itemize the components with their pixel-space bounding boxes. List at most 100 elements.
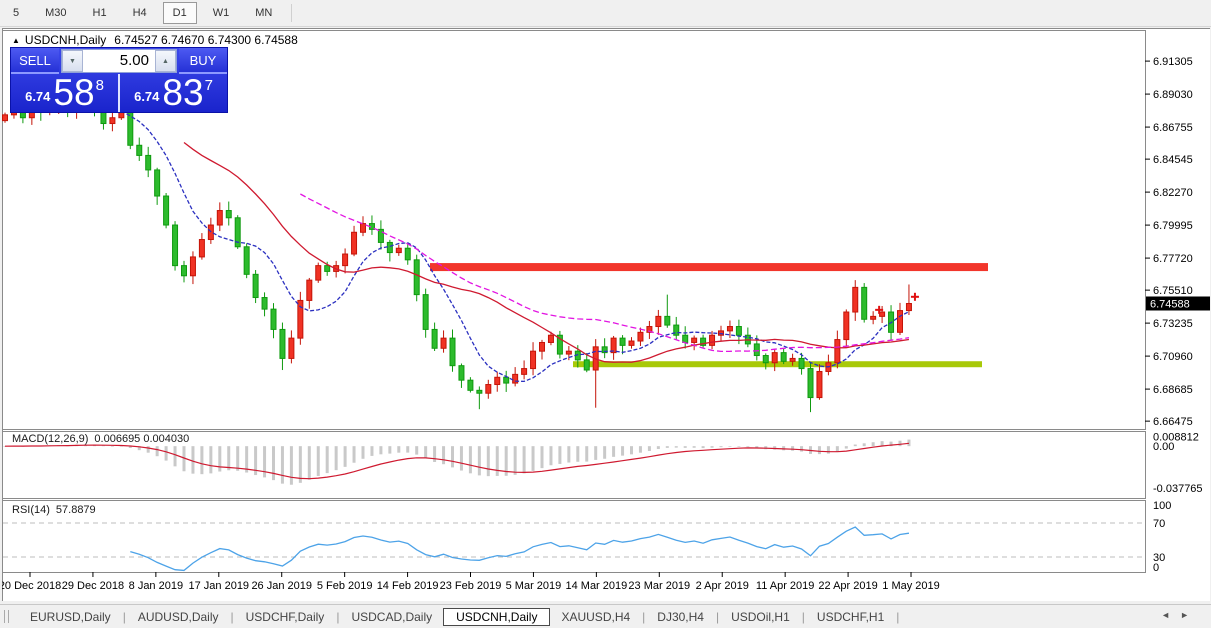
- volume-stepper: ▼ 5.00 ▲: [61, 49, 177, 73]
- sell-price-display[interactable]: 6.74 58 8: [11, 74, 118, 112]
- macd-histogram-bar: [165, 446, 168, 460]
- candle-body: [531, 351, 536, 368]
- price-panel[interactable]: [3, 96, 989, 412]
- one-click-trading-widget: SELL ▼ 5.00 ▲ BUY 6.74 58 8 6.74 83 7: [10, 47, 228, 113]
- macd-histogram-bar: [523, 446, 526, 473]
- chart-tab-eurusd[interactable]: EURUSD,Daily: [19, 608, 122, 626]
- macd-values: 0.006695 0.004030: [94, 433, 189, 445]
- volume-decrease-button[interactable]: ▼: [62, 50, 83, 72]
- resistance-line[interactable]: [430, 263, 988, 271]
- price-cross-marker: [911, 293, 919, 301]
- moving-average-line-21: [184, 143, 909, 363]
- chart-header: ▲USDCNH,Daily6.74527 6.74670 6.74300 6.7…: [12, 33, 298, 47]
- candle: [665, 295, 670, 328]
- macd-histogram-bar: [460, 446, 463, 470]
- timeframe-toolbar: 5 M30 H1 H4 D1 W1MN: [0, 0, 1211, 27]
- chart-tab-bar: EURUSD,Daily|AUDUSD,Daily|USDCHF,Daily|U…: [0, 604, 1211, 628]
- candle: [387, 240, 392, 262]
- macd-histogram-bar: [388, 446, 391, 453]
- candle: [396, 245, 401, 256]
- chart-tab-usdcnh[interactable]: USDCNH,Daily: [443, 608, 550, 626]
- candle-body: [414, 260, 419, 295]
- chart-tab-usdchf[interactable]: USDCHF,Daily: [235, 608, 336, 626]
- candle: [513, 367, 518, 386]
- timeframe-button-d1[interactable]: D1: [163, 2, 197, 24]
- date-axis-label: 22 Apr 2019: [818, 580, 877, 592]
- tab-separator: |: [895, 610, 900, 624]
- macd-histogram-bar: [209, 446, 212, 473]
- candle: [199, 233, 204, 260]
- chart-tab-dj30[interactable]: DJ30,H4: [646, 608, 715, 626]
- candle-body: [504, 377, 509, 383]
- candle-body: [808, 369, 813, 398]
- macd-histogram-bar: [684, 446, 687, 448]
- chart-tab-usdoil[interactable]: USDOil,H1: [720, 608, 801, 626]
- timeframe-button-m30[interactable]: M30: [35, 2, 76, 24]
- timeframe-button-mn[interactable]: MN: [245, 2, 282, 24]
- macd-histogram-bar: [424, 446, 427, 458]
- candle-body: [441, 338, 446, 348]
- date-axis-label: 23 Mar 2019: [628, 580, 690, 592]
- macd-histogram-bar: [728, 446, 731, 447]
- collapse-icon[interactable]: ▲: [12, 36, 20, 45]
- buy-price-display[interactable]: 6.74 83 7: [118, 74, 227, 112]
- candle-body: [110, 118, 115, 124]
- candle: [378, 220, 383, 249]
- macd-histogram-bar: [174, 446, 177, 466]
- macd-histogram-bar: [549, 446, 552, 465]
- date-axis-label: 23 Feb 2019: [440, 580, 502, 592]
- candle-body: [432, 329, 437, 348]
- candle-body: [199, 240, 204, 257]
- candle: [808, 362, 813, 412]
- chart-tab-audusd[interactable]: AUDUSD,Daily: [127, 608, 230, 626]
- macd-histogram-bar: [281, 446, 284, 483]
- candle-body: [307, 280, 312, 300]
- macd-histogram-bar: [236, 446, 239, 471]
- time-axis[interactable]: 20 Dec 201829 Dec 20188 Jan 201917 Jan 2…: [2, 572, 940, 592]
- rsi-value: 57.8879: [56, 504, 96, 516]
- volume-input[interactable]: 5.00: [83, 50, 155, 72]
- tab-scroll-left-icon[interactable]: ◄: [1161, 610, 1180, 620]
- candle: [871, 311, 876, 324]
- macd-histogram-bar: [532, 446, 535, 471]
- candle: [477, 386, 482, 409]
- rsi-axis-label: 100: [1153, 500, 1171, 512]
- price-chart[interactable]: 6.913056.890306.867556.845456.822706.799…: [2, 30, 1211, 598]
- macd-histogram-bar: [496, 446, 499, 476]
- macd-histogram-bar: [326, 446, 329, 473]
- candle: [361, 216, 366, 236]
- timeframe-button-h4[interactable]: H4: [123, 2, 157, 24]
- macd-histogram-bar: [567, 446, 570, 462]
- candle: [557, 331, 562, 359]
- macd-histogram-bar: [263, 446, 266, 477]
- price-axis-label: 6.91305: [1153, 56, 1193, 68]
- chart-tab-xauusd[interactable]: XAUUSD,H4: [550, 608, 641, 626]
- rsi-indicator-label: RSI(14)57.8879: [12, 504, 102, 516]
- date-axis-label: 5 Feb 2019: [317, 580, 373, 592]
- macd-histogram-bar: [353, 446, 356, 463]
- volume-increase-button[interactable]: ▲: [155, 50, 176, 72]
- macd-histogram-bar: [317, 446, 320, 476]
- sell-button[interactable]: SELL: [11, 48, 59, 74]
- tab-scroll-right-icon[interactable]: ►: [1180, 610, 1199, 620]
- candle: [298, 292, 303, 345]
- timeframe-button-h1[interactable]: H1: [83, 2, 117, 24]
- timeframe-button-w1[interactable]: W1: [203, 2, 240, 24]
- candle-body: [898, 311, 903, 333]
- macd-histogram-bar: [818, 446, 821, 454]
- candle-body: [629, 341, 634, 345]
- date-axis-label: 8 Jan 2019: [129, 580, 183, 592]
- timeframe-button-5[interactable]: 5: [3, 2, 29, 24]
- chart-tab-usdchf[interactable]: USDCHF,H1: [806, 608, 895, 626]
- macd-histogram-bar: [156, 446, 159, 456]
- candle: [826, 355, 831, 376]
- candle-body: [226, 211, 231, 218]
- candles-group: [3, 96, 912, 412]
- chart-tab-usdcad[interactable]: USDCAD,Daily: [340, 608, 443, 626]
- buy-button[interactable]: BUY: [179, 48, 227, 74]
- candle: [656, 310, 661, 335]
- candle: [432, 323, 437, 351]
- price-axis[interactable]: 6.913056.890306.867556.845456.822706.799…: [1145, 56, 1210, 574]
- candle-body: [280, 329, 285, 358]
- candle: [495, 372, 500, 392]
